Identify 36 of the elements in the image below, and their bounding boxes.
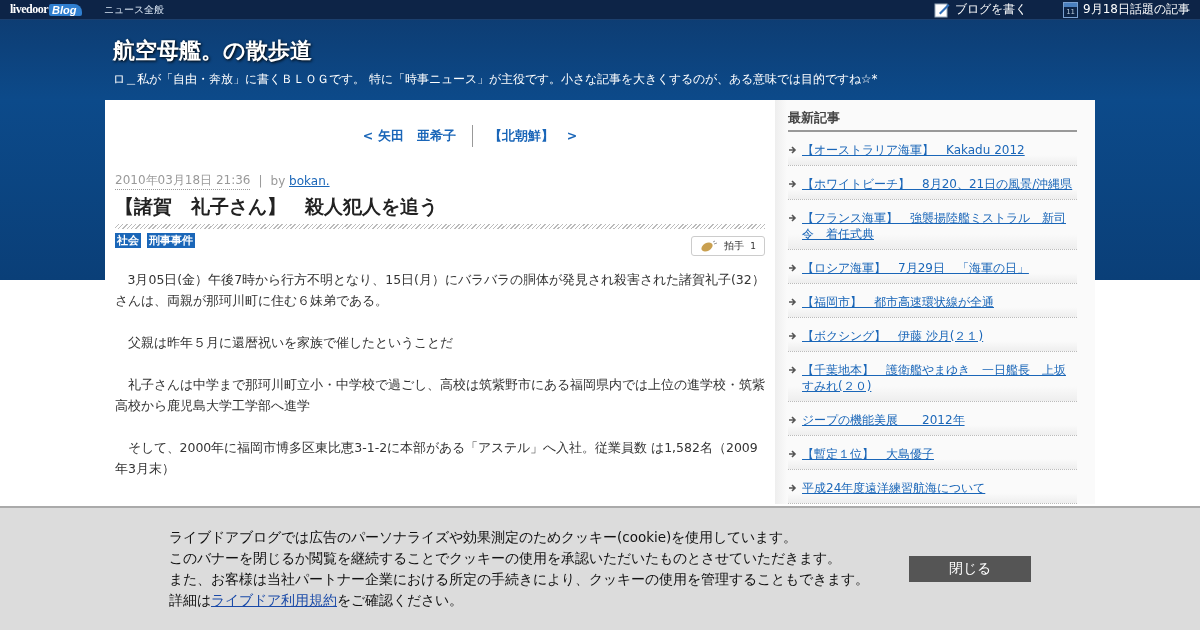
arrow-icon bbox=[788, 213, 798, 223]
livedoor-blog-logo[interactable]: livedoor Blog bbox=[10, 2, 83, 17]
close-button[interactable]: 閉じる bbox=[909, 556, 1031, 582]
article-paragraph: 3月05日(金）午後7時から行方不明となり、15日(月）にバラバラの胴体が発見され殺害された諸賀礼子(32）さんは、両親が那珂川町に住む６妹弟である。 bbox=[115, 271, 765, 310]
category-tag[interactable]: 刑事事件 bbox=[147, 233, 195, 248]
cookie-notice-text: このバナーを閉じるか閲覧を継続することでクッキーの使用を承認いただいたものとさせていただきます。 bbox=[169, 549, 842, 568]
next-article-link[interactable]: 【北朝鮮】 > bbox=[472, 127, 594, 145]
article-paragraph: 父親は昨年５月に還暦祝いを家族で催したということだ bbox=[126, 334, 454, 352]
article-paragraph: そして、2000年に福岡市博多区東比恵3-1-2に本部がある「アステル」へ入社。従業員数 は1,582名（2009年3月末） bbox=[115, 439, 759, 478]
pencil-icon bbox=[934, 1, 951, 18]
arrow-icon bbox=[788, 415, 798, 425]
category-link[interactable]: ニュース全般 bbox=[104, 2, 165, 17]
clap-button[interactable]: 拍手 1 bbox=[691, 236, 765, 256]
arrow-icon bbox=[788, 483, 798, 493]
top-link[interactable]: ブログを書く bbox=[934, 1, 1028, 18]
arrow-icon bbox=[788, 179, 798, 189]
author-link[interactable]: bokan. bbox=[289, 174, 330, 188]
cookie-notice-text: ライブドアブログでは広告のパーソナライズや効果測定のためクッキー(cookie)を使用しています。 bbox=[169, 528, 799, 547]
terms-link[interactable]: ライブドア利用規約 bbox=[211, 592, 337, 608]
byline: by bokan. bbox=[270, 174, 330, 188]
arrow-icon bbox=[788, 263, 798, 273]
blog-description: ロ＿私が「自由・奔放」に書くＢＬＯＧです。 特に「時事ニュース」が主役です。小さな記事を大きくするのが、ある意味では目的ですね☆* bbox=[113, 71, 879, 88]
arrow-icon bbox=[788, 331, 798, 341]
previous-article-link[interactable]: < 矢田 亜希子 bbox=[346, 127, 472, 145]
article-paragraph: 礼子さんは中学まで那珂川町立小・中学校で過ごし、高校は筑紫野市にある福岡県内では上位の進学校・筑紫高校から鹿児島大学工学部へ進学 bbox=[115, 376, 765, 415]
blog-title[interactable]: 航空母艦。の散歩道 bbox=[113, 36, 1200, 66]
separator: | bbox=[258, 174, 263, 188]
category-tag[interactable]: 社会 bbox=[115, 233, 141, 248]
arrow-icon bbox=[788, 145, 798, 155]
article-title: 【諸賀 礼子さん】 殺人犯人を追う bbox=[115, 194, 765, 229]
cookie-notice-text: また、お客様は当社パートナー企業における所定の手続きにより、クッキーの使用を管理することもできます。 bbox=[169, 570, 869, 589]
post-date: 2010年03月18日 21:36 bbox=[115, 172, 251, 190]
arrow-icon bbox=[788, 449, 798, 459]
arrow-icon bbox=[788, 365, 798, 375]
arrow-icon bbox=[788, 297, 798, 307]
cookie-notice-text: 詳細はライブドア利用規約をご確認ください。 bbox=[169, 591, 464, 610]
